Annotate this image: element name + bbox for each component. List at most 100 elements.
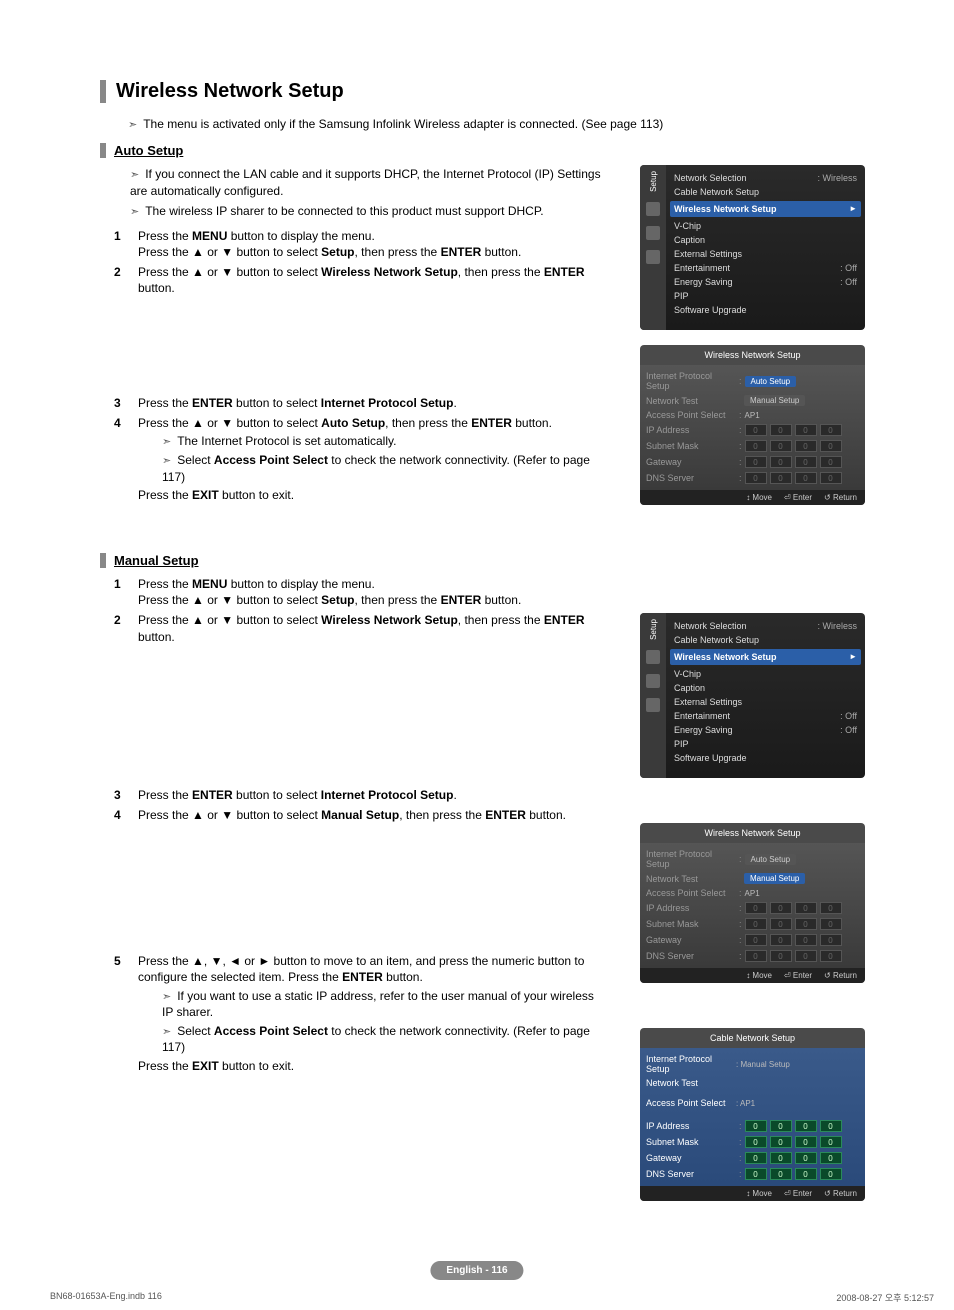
menu-item[interactable]: Cable Network Setup [674,633,857,647]
dropdown-manual-selected[interactable]: Manual Setup [744,873,805,884]
menu-item[interactable]: Software Upgrade [674,751,857,765]
ip-octet[interactable]: 0 [770,1152,792,1164]
menu-item[interactable]: V-Chip [674,219,857,233]
disk-icon [646,250,660,264]
ip-octet[interactable]: 0 [770,902,792,914]
ip-octet[interactable]: 0 [745,1136,767,1148]
ip-octet[interactable]: 0 [770,1136,792,1148]
ip-octet[interactable]: 0 [770,456,792,468]
tv-setup-panel-2: Setup Network Selection: WirelessCable N… [640,613,865,778]
auto-step-4-note1: The Internet Protocol is set automatical… [162,433,604,450]
manual-step-3: 3 Press the ENTER button to select Inter… [114,787,604,803]
ip-octet[interactable]: 0 [820,456,842,468]
auto-setup-heading: Auto Setup [100,143,880,158]
ip-octet[interactable]: 0 [795,902,817,914]
ip-octet[interactable]: 0 [745,456,767,468]
manual-step-1: 1 Press the MENU button to display the m… [114,576,604,608]
disk-icon [646,698,660,712]
ip-octet[interactable]: 0 [770,472,792,484]
doc-footer-right: 2008-08-27 오후 5:12:57 [836,1291,934,1304]
ip-octet[interactable]: 0 [820,902,842,914]
ip-octet[interactable]: 0 [820,1168,842,1180]
ip-octet[interactable]: 0 [795,1168,817,1180]
menu-item[interactable]: Network Selection: Wireless [674,171,857,185]
menu-item[interactable]: External Settings [674,247,857,261]
ip-octet[interactable]: 0 [745,902,767,914]
ip-octet[interactable]: 0 [820,918,842,930]
ip-octet[interactable]: 0 [770,1168,792,1180]
ip-octet[interactable]: 0 [745,424,767,436]
menu-item[interactable]: PIP [674,289,857,303]
ip-octet[interactable]: 0 [795,472,817,484]
ip-octet[interactable]: 0 [745,918,767,930]
ip-octet[interactable]: 0 [770,918,792,930]
ip-octet[interactable]: 0 [795,424,817,436]
ip-octet[interactable]: 0 [745,1152,767,1164]
dropdown-auto[interactable]: Auto Setup [745,376,797,387]
ip-octet[interactable]: 0 [795,1136,817,1148]
ip-octet[interactable]: 0 [820,950,842,962]
manual-step-5-note2: Select Access Point Select to check the … [162,1023,604,1056]
footer-move: ↕ Move [746,493,772,502]
wns-title: Wireless Network Setup [640,345,865,365]
menu-item[interactable]: Entertainment: Off [674,709,857,723]
ip-octet[interactable]: 0 [795,918,817,930]
ip-octet[interactable]: 0 [820,934,842,946]
auto-note-1: If you connect the LAN cable and it supp… [130,166,604,199]
ip-octet[interactable]: 0 [795,1120,817,1132]
gear-icon [646,202,660,216]
ip-octet[interactable]: 0 [795,950,817,962]
ip-octet[interactable]: 0 [745,950,767,962]
ip-octet[interactable]: 0 [820,424,842,436]
ip-octet[interactable]: 0 [795,934,817,946]
menu-item[interactable]: Wireless Network Setup [670,649,861,665]
menu-item[interactable]: Cable Network Setup [674,185,857,199]
cable-panel: Cable Network Setup Internet Protocol Se… [640,1028,865,1201]
menu-item[interactable]: V-Chip [674,667,857,681]
ip-octet[interactable]: 0 [795,1152,817,1164]
menu-item[interactable]: Software Upgrade [674,303,857,317]
menu-item[interactable]: Wireless Network Setup [670,201,861,217]
manual-step-5-exit: Press the EXIT button to exit. [138,1058,604,1074]
ip-octet[interactable]: 0 [820,472,842,484]
ip-octet[interactable]: 0 [770,424,792,436]
ip-octet[interactable]: 0 [745,440,767,452]
ip-octet[interactable]: 0 [770,440,792,452]
footer-return: ↺ Return [824,493,857,502]
menu-item[interactable]: Entertainment: Off [674,261,857,275]
setup-sidebar-label: Setup [649,171,658,192]
menu-item[interactable]: Energy Saving: Off [674,275,857,289]
auto-step-4: 4 Press the ▲ or ▼ button to select Auto… [114,415,604,503]
menu-item[interactable]: Network Selection: Wireless [674,619,857,633]
ip-octet[interactable]: 0 [795,440,817,452]
auto-step-4-exit: Press the EXIT button to exit. [138,487,604,503]
menu-item[interactable]: PIP [674,737,857,751]
chip-icon [646,674,660,688]
footer-enter: ⏎ Enter [784,493,812,502]
ip-octet[interactable]: 0 [745,472,767,484]
ip-octet[interactable]: 0 [745,934,767,946]
ip-octet[interactable]: 0 [770,934,792,946]
menu-item[interactable]: External Settings [674,695,857,709]
ip-octet[interactable]: 0 [770,1120,792,1132]
ip-octet[interactable]: 0 [820,1120,842,1132]
auto-step-2: 2 Press the ▲ or ▼ button to select Wire… [114,264,604,296]
ip-octet[interactable]: 0 [820,440,842,452]
menu-item[interactable]: Energy Saving: Off [674,723,857,737]
ip-octet[interactable]: 0 [820,1136,842,1148]
doc-footer-left: BN68-01653A-Eng.indb 116 [50,1291,162,1304]
wns-panel-manual: Wireless Network Setup Internet Protocol… [640,823,865,983]
dropdown-manual[interactable]: Manual Setup [744,395,805,406]
auto-step-3: 3 Press the ENTER button to select Inter… [114,395,604,411]
page-title: Wireless Network Setup [100,80,880,103]
manual-step-2: 2 Press the ▲ or ▼ button to select Wire… [114,612,604,644]
ip-octet[interactable]: 0 [795,456,817,468]
ip-octet[interactable]: 0 [770,950,792,962]
menu-item[interactable]: Caption [674,681,857,695]
auto-step-1: 1 Press the MENU button to display the m… [114,228,604,260]
menu-item[interactable]: Caption [674,233,857,247]
ip-octet[interactable]: 0 [745,1120,767,1132]
ip-octet[interactable]: 0 [745,1168,767,1180]
ip-octet[interactable]: 0 [820,1152,842,1164]
page-number-pill: English - 116 [430,1261,523,1280]
